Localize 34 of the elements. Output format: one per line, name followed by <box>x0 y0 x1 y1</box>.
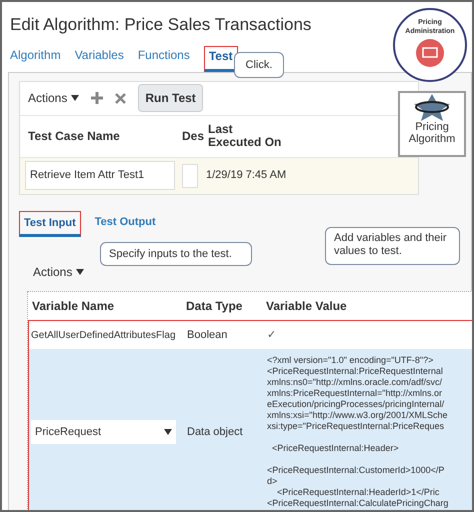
table-row[interactable] <box>29 349 472 510</box>
page-title: Edit Algorithm: Price Sales Transactions <box>10 14 312 36</box>
name-field[interactable]: Retrieve Item Attr Test1 <box>25 161 175 190</box>
column-header: Data Type <box>186 298 244 315</box>
caret-icon <box>71 95 80 101</box>
tab[interactable]: Test Output <box>94 210 156 237</box>
xml-value: <?xml version="1.0" encoding="UTF-8"?> <PriceRequestInternal:PriceRequestInternal xmlns:ns0="http://xmlns.oracle.com/adf/svc/ xmlns:PriceRequestInternal="http://xmlns.or eExecution/pricingProcesses/pricingInternal/ xmlns:xsi="http://www.w3.org/2001/XMLSche xsi:type="PriceRequestInternal:PriceReques <PriceRequestInternal:Header> <PriceRequestInternal:CustomerId>1000</P d> <PriceRequestInternal:HeaderId>1</Pric <PriceRequestInternal:CalculatePricingCharg <box>267 355 450 509</box>
tab[interactable]: Algorithm <box>10 46 61 72</box>
add-icon[interactable] <box>91 92 104 104</box>
caret-icon <box>76 269 84 275</box>
table-cell-text: Boolean <box>187 328 228 343</box>
actions-menu[interactable]: Actions <box>28 89 80 107</box>
description-field[interactable] <box>182 164 198 188</box>
tab[interactable]: Test Input <box>19 210 81 237</box>
tab[interactable]: Variables <box>74 46 124 72</box>
callout: Add variables and their values to test. <box>325 227 460 265</box>
callout: Specify inputs to the test. <box>100 242 252 266</box>
callout: Click. <box>234 52 284 78</box>
variable-select[interactable]: PriceRequest <box>31 420 176 444</box>
caret-icon <box>164 429 172 435</box>
run-test-button[interactable]: Run Test <box>138 84 203 112</box>
table-cell-text: Data object <box>187 424 244 440</box>
table-cell: GetAllUserDefinedAttributesFlag <box>31 330 176 341</box>
close-icon[interactable] <box>115 92 126 104</box>
table-cell-text: 1/29/19 7:45 AM <box>206 168 286 184</box>
actions-menu[interactable]: Actions <box>33 263 84 281</box>
algorithm-badge: Pricing Algorithm <box>398 91 466 157</box>
tab[interactable]: Functions <box>138 46 190 72</box>
column-header: Test Case Name <box>27 128 121 145</box>
column-header: Last Executed On <box>208 123 282 149</box>
check-mark: ✓ <box>267 328 276 341</box>
column-header: Des <box>182 128 206 145</box>
column-header: Variable Value <box>266 298 347 315</box>
column-header: Variable Name <box>31 298 116 315</box>
